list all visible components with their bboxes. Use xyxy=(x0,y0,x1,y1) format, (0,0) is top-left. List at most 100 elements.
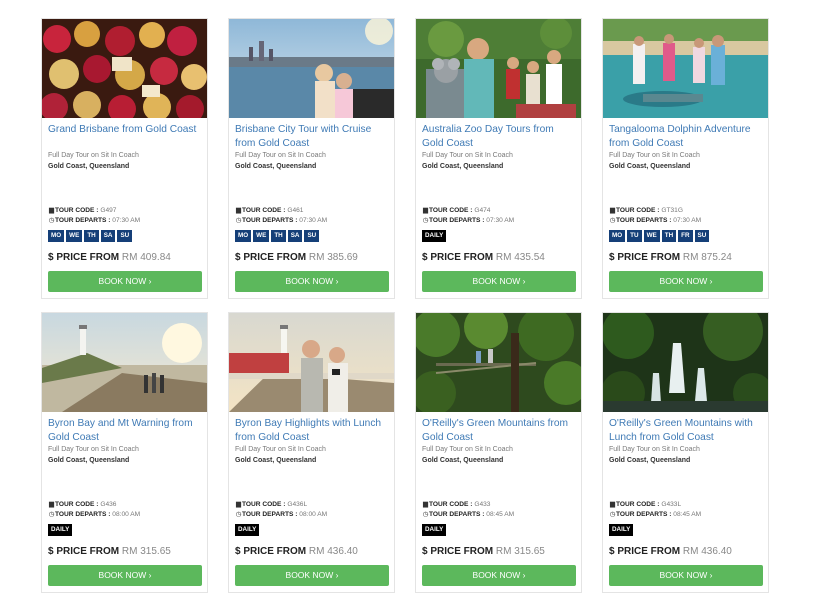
tour-days: DAILY xyxy=(609,524,634,538)
day-badge: FR xyxy=(678,230,693,242)
clock-icon: ◷ xyxy=(609,511,616,518)
tour-code: GT31G xyxy=(661,207,683,214)
file-icon: ▆ xyxy=(235,501,242,508)
tour-departs: 08:45 AM xyxy=(486,511,515,518)
price-value: RM 875.24 xyxy=(682,252,732,263)
tour-title[interactable]: Australia Zoo Day Tours from Gold Coast xyxy=(422,123,578,150)
tour-title[interactable]: Byron Bay Highlights with Lunch from Gol… xyxy=(235,417,391,444)
daily-badge: DAILY xyxy=(235,524,260,536)
chevron-right-icon: › xyxy=(709,570,713,580)
tour-price: $ PRICE FROM RM 436.40 xyxy=(235,546,358,557)
price-value: RM 385.69 xyxy=(308,252,358,263)
day-badge: SA xyxy=(100,230,116,242)
tour-title[interactable]: O'Reilly's Green Mountains from Gold Coa… xyxy=(422,417,578,444)
book-now-button[interactable]: BOOK NOW › xyxy=(609,271,763,292)
tour-departs: 08:00 AM xyxy=(299,511,328,518)
tour-departs-row: ◷TOUR DEPARTS : 07:30 AM xyxy=(48,216,141,224)
tour-location: Gold Coast, Queensland xyxy=(609,457,691,464)
tour-title[interactable]: Grand Brisbane from Gold Coast xyxy=(48,123,204,137)
tour-code-label: TOUR CODE : xyxy=(242,501,286,508)
book-now-label: BOOK NOW xyxy=(659,276,708,286)
book-now-button[interactable]: BOOK NOW › xyxy=(235,271,389,292)
chevron-right-icon: › xyxy=(148,570,152,580)
tour-code-label: TOUR CODE : xyxy=(242,207,286,214)
tour-code-row: ▆TOUR CODE : G461 xyxy=(235,206,304,214)
tour-location: Gold Coast, Queensland xyxy=(235,163,317,170)
tour-departs: 07:30 AM xyxy=(486,217,515,224)
day-badge: WE xyxy=(66,230,83,242)
file-icon: ▆ xyxy=(235,207,242,214)
daily-badge: DAILY xyxy=(422,524,447,536)
chevron-right-icon: › xyxy=(709,276,713,286)
day-badge: MO xyxy=(609,230,626,242)
book-now-button[interactable]: BOOK NOW › xyxy=(422,271,576,292)
tour-departs-label: TOUR DEPARTS : xyxy=(55,511,111,518)
daily-badge: DAILY xyxy=(422,230,447,242)
tour-location: Gold Coast, Queensland xyxy=(422,457,504,464)
tour-code-row: ▆TOUR CODE : G497 xyxy=(48,206,117,214)
book-now-button[interactable]: BOOK NOW › xyxy=(48,565,202,586)
tour-title[interactable]: O'Reilly's Green Mountains with Lunch fr… xyxy=(609,417,765,444)
day-badge: SU xyxy=(117,230,133,242)
file-icon: ▆ xyxy=(609,501,616,508)
tour-card: Byron Bay and Mt Warning from Gold Coast… xyxy=(41,312,208,593)
chevron-right-icon: › xyxy=(335,570,339,580)
tour-card: Byron Bay Highlights with Lunch from Gol… xyxy=(228,312,395,593)
tour-departs-label: TOUR DEPARTS : xyxy=(616,217,672,224)
tour-days: DAILY xyxy=(235,524,260,538)
tour-photo-rainforest-bridge[interactable] xyxy=(416,313,581,412)
tour-days: MO WE TH SA SU xyxy=(48,230,133,244)
tour-card: Australia Zoo Day Tours from Gold Coast … xyxy=(415,18,582,299)
book-now-button[interactable]: BOOK NOW › xyxy=(422,565,576,586)
tour-departs-row: ◷TOUR DEPARTS : 07:30 AM xyxy=(235,216,328,224)
tour-photo-couple-lighthouse[interactable] xyxy=(229,313,394,412)
tour-days: MO TU WE TH FR SU xyxy=(609,230,710,244)
tour-title[interactable]: Tangalooma Dolphin Adventure from Gold C… xyxy=(609,123,765,150)
tour-location: Gold Coast, Queensland xyxy=(422,163,504,170)
book-now-button[interactable]: BOOK NOW › xyxy=(235,565,389,586)
tour-subtitle: Full Day Tour on Sit In Coach xyxy=(48,152,139,159)
clock-icon: ◷ xyxy=(422,217,429,224)
tour-title[interactable]: Byron Bay and Mt Warning from Gold Coast xyxy=(48,417,204,444)
file-icon: ▆ xyxy=(422,501,429,508)
tour-departs: 08:45 AM xyxy=(673,511,702,518)
clock-icon: ◷ xyxy=(422,511,429,518)
tour-subtitle: Full Day Tour on Sit In Coach xyxy=(48,446,139,453)
book-now-button[interactable]: BOOK NOW › xyxy=(48,271,202,292)
tour-photo-river-cruise[interactable] xyxy=(229,19,394,118)
tour-location: Gold Coast, Queensland xyxy=(48,163,130,170)
price-label: $ PRICE FROM xyxy=(235,252,307,263)
tour-photo-koala[interactable] xyxy=(416,19,581,118)
book-now-label: BOOK NOW xyxy=(98,276,147,286)
tour-price: $ PRICE FROM RM 436.40 xyxy=(609,546,732,557)
tour-days: DAILY xyxy=(422,524,447,538)
tour-photo-lighthouse-walk[interactable] xyxy=(42,313,207,412)
tour-departs-label: TOUR DEPARTS : xyxy=(429,217,485,224)
tour-photo-jam-jars[interactable] xyxy=(42,19,207,118)
tour-title[interactable]: Brisbane City Tour with Cruise from Gold… xyxy=(235,123,391,150)
tour-departs-label: TOUR DEPARTS : xyxy=(55,217,111,224)
tour-photo-dolphin[interactable] xyxy=(603,19,768,118)
price-label: $ PRICE FROM xyxy=(609,252,681,263)
price-value: RM 409.84 xyxy=(121,252,171,263)
price-value: RM 436.40 xyxy=(308,546,358,557)
day-badge: MO xyxy=(48,230,65,242)
tour-card: Brisbane City Tour with Cruise from Gold… xyxy=(228,18,395,299)
day-badge: SU xyxy=(694,230,710,242)
price-label: $ PRICE FROM xyxy=(422,252,494,263)
book-now-button[interactable]: BOOK NOW › xyxy=(609,565,763,586)
price-label: $ PRICE FROM xyxy=(48,546,120,557)
tour-code: G497 xyxy=(100,207,117,214)
day-badge: SA xyxy=(287,230,303,242)
price-label: $ PRICE FROM xyxy=(48,252,120,263)
tour-departs-label: TOUR DEPARTS : xyxy=(242,511,298,518)
tour-subtitle: Full Day Tour on Sit In Coach xyxy=(422,152,513,159)
tour-subtitle: Full Day Tour on Sit In Coach xyxy=(609,152,700,159)
chevron-right-icon: › xyxy=(522,570,526,580)
clock-icon: ◷ xyxy=(48,511,55,518)
tour-photo-waterfall[interactable] xyxy=(603,313,768,412)
file-icon: ▆ xyxy=(48,207,55,214)
tour-code-label: TOUR CODE : xyxy=(429,501,473,508)
tour-location: Gold Coast, Queensland xyxy=(48,457,130,464)
tour-price: $ PRICE FROM RM 435.54 xyxy=(422,252,545,263)
